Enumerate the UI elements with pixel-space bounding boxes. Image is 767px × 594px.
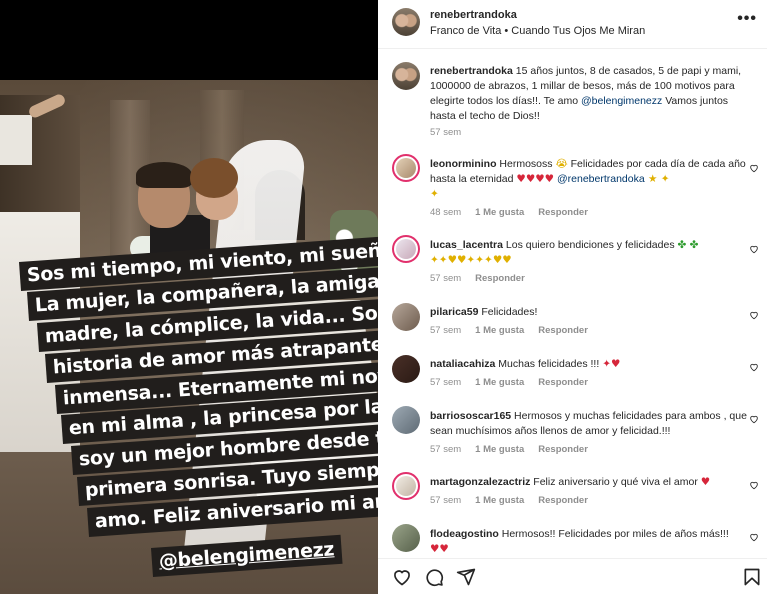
bride-hair xyxy=(190,158,238,198)
commenter-avatar[interactable] xyxy=(392,355,420,383)
commenter-avatar[interactable] xyxy=(392,524,420,552)
altar xyxy=(0,212,80,452)
image-letterbox xyxy=(0,0,378,80)
like-comment-heart-icon[interactable] xyxy=(749,414,759,424)
caption-avatar[interactable] xyxy=(392,62,420,90)
comment-mention[interactable]: @renebertrandoka xyxy=(554,173,645,185)
comment-text: martagonzalezactriz Feliz aniversario y … xyxy=(430,476,711,488)
comment-username[interactable]: flodeagostino xyxy=(430,528,499,540)
like-comment-heart-icon[interactable] xyxy=(749,532,759,542)
like-comment-heart-icon[interactable] xyxy=(749,480,759,490)
like-comment-heart-icon[interactable] xyxy=(749,310,759,320)
comment-text: leonorminino Hermososs 😭 Felicidades por… xyxy=(430,158,746,200)
action-bar xyxy=(378,558,767,594)
comment-username[interactable]: leonorminino xyxy=(430,158,497,170)
comment-meta: 57 sem Responder xyxy=(430,273,525,284)
reply-button[interactable]: Responder xyxy=(538,495,588,506)
like-comment-heart-icon[interactable] xyxy=(749,163,759,173)
caption-mention[interactable]: @belengimenezz xyxy=(581,95,662,107)
commenter-avatar[interactable] xyxy=(392,472,420,500)
bookmark-icon[interactable] xyxy=(742,567,762,587)
audio-track[interactable]: Franco de Vita • Cuando Tus Ojos Me Mira… xyxy=(430,25,645,37)
likes-count[interactable]: 1 Me gusta xyxy=(475,207,524,218)
comment-username[interactable]: nataliacahiza xyxy=(430,358,495,370)
likes-count[interactable]: 1 Me gusta xyxy=(475,444,524,455)
reply-button[interactable]: Responder xyxy=(538,325,588,336)
priest-figure xyxy=(0,115,32,165)
comment-text: pilarica59 Felicidades! xyxy=(430,306,538,318)
comment-meta: 57 sem 1 Me gusta Responder xyxy=(430,325,588,336)
flower-arrangement xyxy=(330,210,378,280)
reply-button[interactable]: Responder xyxy=(538,444,588,455)
caption-time: 57 sem xyxy=(430,127,462,138)
comment-text: lucas_lacentra Los quiero bendiciones y … xyxy=(430,239,699,266)
comment-meta: 57 sem 1 Me gusta Responder xyxy=(430,444,588,455)
like-comment-heart-icon[interactable] xyxy=(749,244,759,254)
author-username[interactable]: renebertrandoka xyxy=(430,9,517,21)
reply-button[interactable]: Responder xyxy=(538,377,588,388)
commenter-avatar[interactable] xyxy=(392,406,420,434)
likes-count[interactable]: 1 Me gusta xyxy=(475,495,524,506)
groom-hair xyxy=(136,162,192,188)
comment-meta: 57 sem 1 Me gusta Responder xyxy=(430,377,588,388)
commenter-avatar[interactable] xyxy=(392,303,420,331)
comment-meta: 48 sem 1 Me gusta Responder xyxy=(430,207,588,218)
comment-username[interactable]: pilarica59 xyxy=(430,306,478,318)
divider xyxy=(378,48,767,49)
likes-count[interactable]: 1 Me gusta xyxy=(475,325,524,336)
comment-meta: 57 sem 1 Me gusta Responder xyxy=(430,495,588,506)
comment-username[interactable]: barriososcar165 xyxy=(430,410,511,422)
author-avatar[interactable] xyxy=(392,8,420,36)
caption-username[interactable]: renebertrandoka xyxy=(430,65,513,77)
likes-count[interactable]: 1 Me gusta xyxy=(475,377,524,388)
heart-icon[interactable] xyxy=(392,567,412,587)
send-icon[interactable] xyxy=(456,567,476,587)
comment-username[interactable]: lucas_lacentra xyxy=(430,239,503,251)
caption-text: renebertrandoka 15 años juntos, 8 de cas… xyxy=(430,65,742,122)
comment-username[interactable]: martagonzalezactriz xyxy=(430,476,530,488)
comment-text: flodeagostino Hermosos!! Felicidades por… xyxy=(430,528,729,555)
reply-button[interactable]: Responder xyxy=(538,207,588,218)
like-comment-heart-icon[interactable] xyxy=(749,362,759,372)
reply-button[interactable]: Responder xyxy=(475,273,525,284)
commenter-avatar[interactable] xyxy=(392,235,420,263)
comment-text: nataliacahiza Muchas felicidades !!! ✦♥ xyxy=(430,358,621,370)
comments-panel: renebertrandoka Franco de Vita • Cuando … xyxy=(378,0,767,594)
post-image[interactable]: Sos mi tiempo, mi viento, mi sueño... La… xyxy=(0,0,378,594)
comment-icon[interactable] xyxy=(424,567,444,587)
comment-text: barriososcar165 Hermosos y muchas felici… xyxy=(430,410,747,437)
commenter-avatar[interactable] xyxy=(392,154,420,182)
more-options-icon[interactable]: ••• xyxy=(737,10,757,28)
